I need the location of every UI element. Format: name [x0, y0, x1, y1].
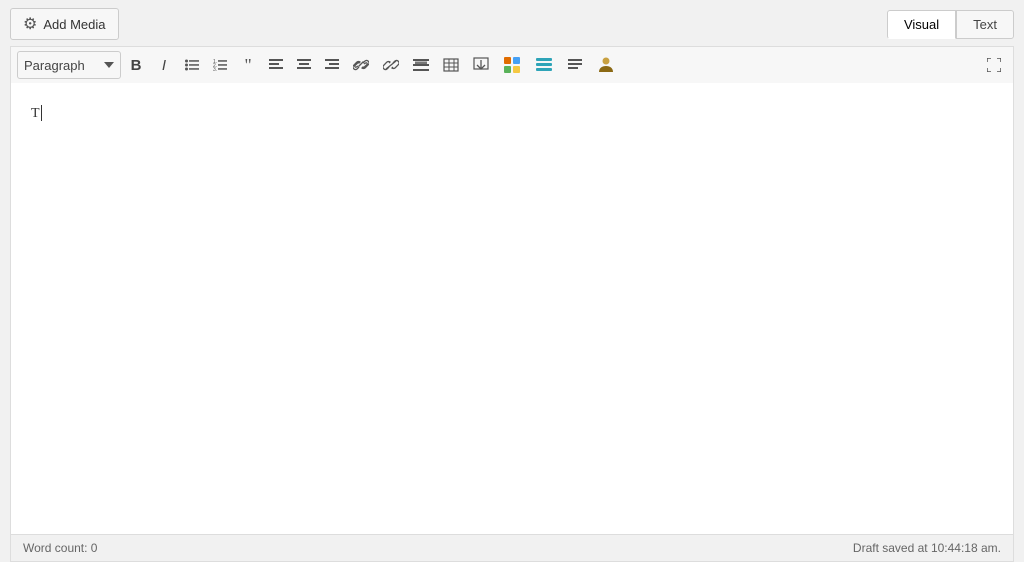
blockquote-button[interactable]: " [235, 52, 261, 78]
unlink-button[interactable] [377, 52, 405, 78]
add-media-button[interactable]: ⚙ Add Media [10, 8, 119, 40]
view-tabs: Visual Text [887, 10, 1014, 39]
apps-button[interactable] [497, 52, 527, 78]
apps-icon [503, 56, 521, 74]
paragraph-lines-button[interactable] [561, 52, 589, 78]
editor-toolbar: Paragraph Heading 1 Heading 2 Heading 3 … [10, 46, 1014, 83]
tab-visual[interactable]: Visual [887, 10, 956, 39]
align-left-icon [269, 59, 283, 71]
link-button[interactable] [347, 52, 375, 78]
align-right-button[interactable] [319, 52, 345, 78]
paragraph-select[interactable]: Paragraph Heading 1 Heading 2 Heading 3 … [17, 51, 121, 79]
editor-wrap: ⚙ Add Media Visual Text Paragraph Headin… [0, 0, 1024, 562]
editor-area-wrap: T [10, 83, 1014, 535]
paragraph-lines-icon [567, 58, 583, 72]
link-icon [353, 58, 369, 72]
svg-text:3.: 3. [213, 67, 217, 71]
tab-text[interactable]: Text [956, 10, 1014, 39]
fullscreen-button[interactable] [981, 52, 1007, 78]
hr-icon [413, 58, 429, 72]
add-media-label: Add Media [43, 17, 105, 32]
align-center-button[interactable] [291, 52, 317, 78]
align-center-icon [297, 59, 311, 71]
person-button[interactable] [591, 52, 621, 78]
lines-button[interactable] [529, 52, 559, 78]
status-bar: Word count: 0 Draft saved at 10:44:18 am… [10, 535, 1014, 562]
insert-image-icon [473, 57, 489, 73]
bold-button[interactable]: B [123, 52, 149, 78]
table-icon [443, 58, 459, 72]
editor-content-area[interactable]: T [11, 83, 1013, 534]
align-right-icon [325, 59, 339, 71]
ul-icon [185, 59, 199, 71]
ordered-list-button[interactable]: 1. 2. 3. [207, 52, 233, 78]
person-icon [597, 56, 615, 74]
insert-image-button[interactable] [467, 52, 495, 78]
unordered-list-button[interactable] [179, 52, 205, 78]
hr-button[interactable] [407, 52, 435, 78]
word-count: Word count: 0 [23, 541, 97, 555]
gear-icon: ⚙ [23, 14, 37, 34]
blockquote-icon: " [244, 56, 251, 74]
top-bar: ⚙ Add Media Visual Text [0, 0, 1024, 46]
italic-button[interactable]: I [151, 52, 177, 78]
lines-icon [535, 57, 553, 73]
draft-status: Draft saved at 10:44:18 am. [853, 541, 1001, 555]
table-button[interactable] [437, 52, 465, 78]
ol-icon: 1. 2. 3. [213, 59, 227, 71]
unlink-icon [383, 58, 399, 72]
fullscreen-icon [987, 58, 1001, 72]
align-left-button[interactable] [263, 52, 289, 78]
